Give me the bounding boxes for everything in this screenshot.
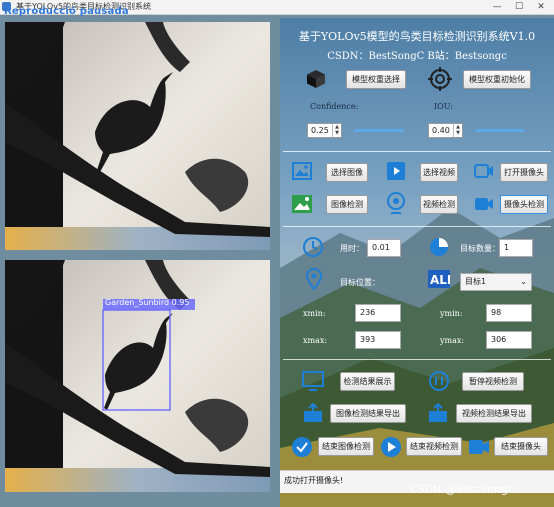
pause-icon [429, 371, 449, 391]
time-field[interactable]: 0.01 [367, 239, 401, 257]
ymin-field[interactable]: 98 [486, 304, 532, 322]
iou-slider[interactable] [475, 129, 525, 132]
target-select-value: 目标1 [465, 277, 487, 286]
export-image-icon [304, 403, 322, 422]
author-info: CSDN：BestSongC B站：Bestsongc [327, 51, 507, 62]
target-icon [428, 67, 452, 91]
export-video-icon [429, 403, 447, 422]
detect-video-button[interactable]: 视频检测 [420, 195, 458, 214]
xmin-field[interactable]: 236 [355, 304, 401, 322]
camera-icon [474, 164, 493, 178]
iou-value: 0.40 [432, 126, 450, 135]
position-label: 目标位置： [340, 278, 380, 287]
detect-image-button[interactable]: 图像检测 [326, 195, 368, 214]
export-video-button[interactable]: 视频检测结果导出 [456, 404, 532, 423]
select-image-button[interactable]: 选择图像 [326, 163, 368, 182]
end-video-button[interactable]: 结束视频检测 [406, 437, 462, 456]
chevron-down-icon: ⌄ [520, 277, 527, 286]
webcam-icon [387, 192, 405, 214]
end-image-button[interactable]: 结束图像检测 [318, 437, 374, 456]
xmax-field[interactable]: 393 [355, 331, 401, 349]
location-icon [305, 268, 323, 290]
time-label: 用时： [340, 244, 364, 253]
spin-arrows-icon[interactable]: ▲ ▼ [453, 124, 462, 137]
count-field[interactable]: 1 [499, 239, 533, 257]
pause-video-button[interactable]: 暂停视频检测 [462, 372, 524, 391]
ymax-label: ymax: [440, 336, 465, 345]
divider [283, 226, 551, 227]
iou-label: IOU: [434, 102, 453, 111]
select-video-button[interactable]: 选择视频 [420, 163, 458, 182]
end-video-icon [381, 437, 401, 457]
end-camera-icon [469, 440, 489, 454]
show-result-button[interactable]: 检测结果展示 [340, 372, 395, 391]
open-camera-button[interactable]: 打开摄像头 [500, 163, 548, 182]
all-targets-icon: ALL [428, 270, 450, 288]
confidence-spinbox[interactable]: 0.25 ▲ ▼ [307, 123, 342, 138]
display-icon [302, 371, 324, 391]
minimize-button[interactable]: — [486, 1, 508, 13]
select-weights-button[interactable]: 模型权重选择 [346, 70, 406, 89]
end-image-icon [292, 437, 312, 457]
detection-label: Garden_Sunbird 0.95 [105, 298, 190, 307]
video-camera-icon [475, 198, 493, 210]
close-button[interactable]: ✕ [530, 1, 552, 13]
watermark: CSDN @BestSongC [410, 483, 516, 496]
image-icon [292, 162, 312, 180]
confidence-slider[interactable] [354, 129, 404, 132]
count-label: 目标数量： [460, 244, 500, 253]
image-detect-icon [292, 195, 312, 213]
divider [283, 359, 551, 360]
app-heading: 基于YOLOv5模型的鸟类目标检测识别系统V1.0 [298, 30, 536, 43]
window-titlebar: 基于YOLOv5的鸟类目标检测识别系统 Reproducció pausada … [0, 0, 554, 17]
target-select[interactable]: 目标1 ⌄ [460, 273, 532, 291]
ymin-label: ymin: [440, 309, 463, 318]
ymax-field[interactable]: 306 [486, 331, 532, 349]
confidence-label: Confidence: [310, 102, 359, 111]
detection-result-view: Garden_Sunbird 0.95 [5, 260, 270, 492]
export-image-button[interactable]: 图像检测结果导出 [330, 404, 406, 423]
video-file-icon [387, 162, 405, 180]
iou-spinbox[interactable]: 0.40 ▲ ▼ [428, 123, 463, 138]
xmax-label: xmax: [303, 336, 328, 345]
init-weights-button[interactable]: 模型权重初始化 [463, 70, 531, 89]
cube-icon [307, 70, 325, 88]
pie-chart-icon [430, 238, 448, 256]
xmin-label: xmin: [303, 309, 326, 318]
svg-text:ALL: ALL [430, 273, 450, 287]
playback-paused-badge: Reproducció pausada [4, 6, 129, 17]
original-image-view [5, 22, 270, 250]
detect-camera-button[interactable]: 摄像头检测 [500, 195, 548, 214]
panel-background [280, 18, 554, 507]
end-camera-button[interactable]: 结束摄像头 [494, 437, 548, 456]
confidence-value: 0.25 [311, 126, 329, 135]
divider [283, 151, 551, 152]
clock-icon [303, 237, 323, 257]
spin-arrows-icon[interactable]: ▲ ▼ [332, 124, 341, 137]
maximize-button[interactable]: ☐ [508, 1, 530, 13]
